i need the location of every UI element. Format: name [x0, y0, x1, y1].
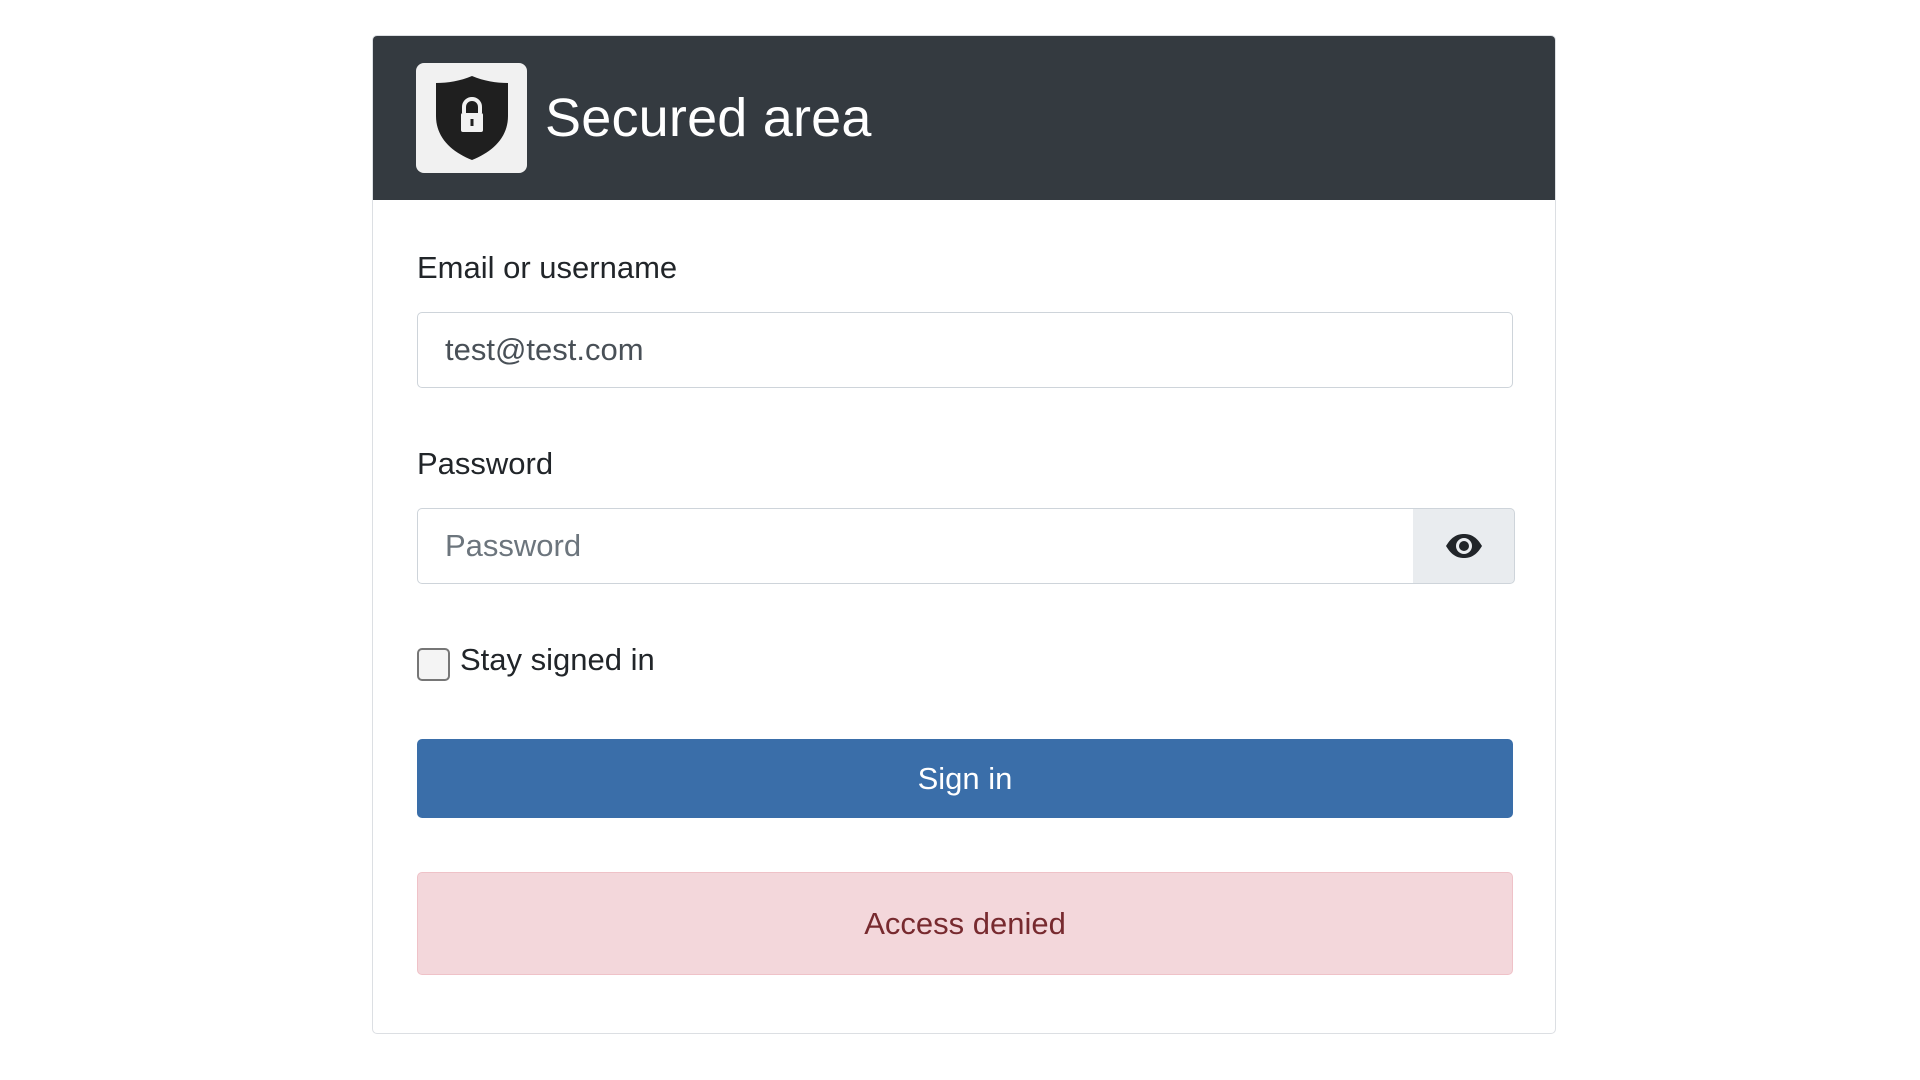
password-label: Password	[417, 446, 554, 481]
error-alert: Access denied	[417, 872, 1513, 975]
login-card: Secured area Email or username Password …	[372, 35, 1556, 1034]
card-header: Secured area	[373, 36, 1555, 200]
password-field[interactable]	[417, 508, 1414, 584]
stay-signed-in-label[interactable]: Stay signed in	[460, 642, 655, 678]
sign-in-button[interactable]: Sign in	[417, 739, 1513, 818]
show-password-button[interactable]	[1413, 508, 1515, 584]
stay-signed-in-row: Stay signed in	[417, 642, 655, 681]
page-title: Secured area	[545, 88, 872, 148]
email-field[interactable]	[417, 312, 1513, 388]
email-label: Email or username	[417, 250, 678, 285]
stay-signed-in-checkbox[interactable]	[417, 648, 450, 681]
shield-lock-icon	[416, 63, 527, 173]
eye-icon	[1445, 534, 1482, 558]
